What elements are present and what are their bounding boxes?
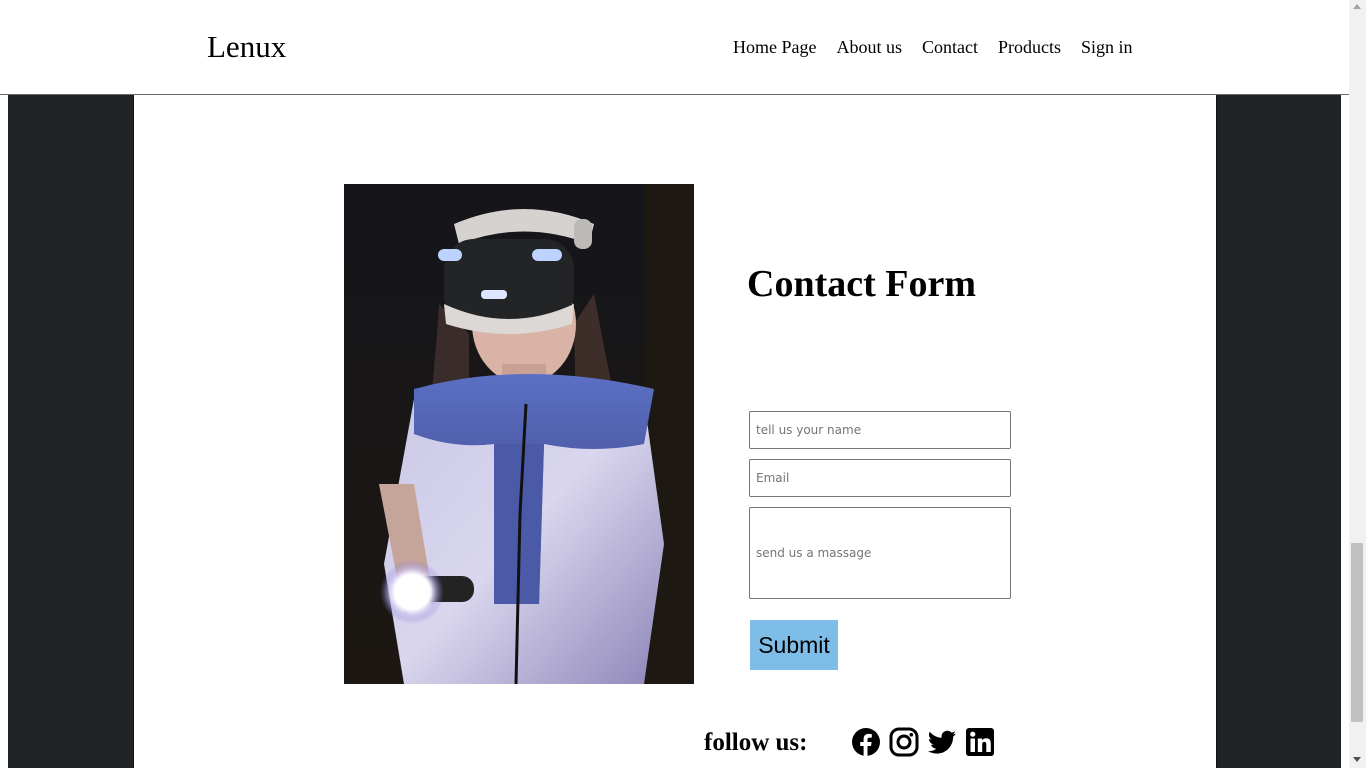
page: Lenux Home Page About us Contact Product… — [0, 0, 1366, 768]
nav-about[interactable]: About us — [836, 36, 902, 58]
nav-products[interactable]: Products — [998, 36, 1061, 58]
scrollbar[interactable] — [1349, 0, 1366, 768]
vr-headset-photo — [344, 184, 694, 684]
email-input[interactable]: Email — [749, 459, 1011, 497]
submit-button[interactable]: Submit — [750, 620, 838, 670]
nav-contact[interactable]: Contact — [922, 36, 978, 58]
dark-side-left — [8, 95, 133, 768]
twitter-icon[interactable] — [927, 727, 957, 757]
email-placeholder: Email — [756, 471, 790, 485]
facebook-icon[interactable] — [851, 727, 881, 757]
scroll-thumb[interactable] — [1351, 543, 1363, 722]
message-textarea[interactable]: send us a massage — [749, 507, 1011, 599]
instagram-icon[interactable] — [889, 727, 919, 757]
message-placeholder: send us a massage — [756, 546, 872, 560]
name-input[interactable]: tell us your name — [749, 411, 1011, 449]
scroll-up-arrow-icon[interactable] — [1353, 4, 1361, 9]
scroll-down-arrow-icon[interactable] — [1353, 757, 1361, 762]
nav-sign-in[interactable]: Sign in — [1081, 36, 1133, 58]
nav-links: Home Page About us Contact Products Sign… — [733, 36, 1133, 58]
dark-side-right — [1217, 95, 1341, 768]
follow-us-label: follow us: — [704, 729, 808, 756]
nav-home[interactable]: Home Page — [733, 36, 816, 58]
contact-form-title: Contact Form — [747, 263, 976, 305]
name-placeholder: tell us your name — [756, 423, 862, 437]
linkedin-icon[interactable] — [965, 727, 995, 757]
navbar: Lenux Home Page About us Contact Product… — [0, 0, 1349, 95]
brand-logo[interactable]: Lenux — [207, 28, 286, 66]
social-links — [851, 727, 995, 757]
